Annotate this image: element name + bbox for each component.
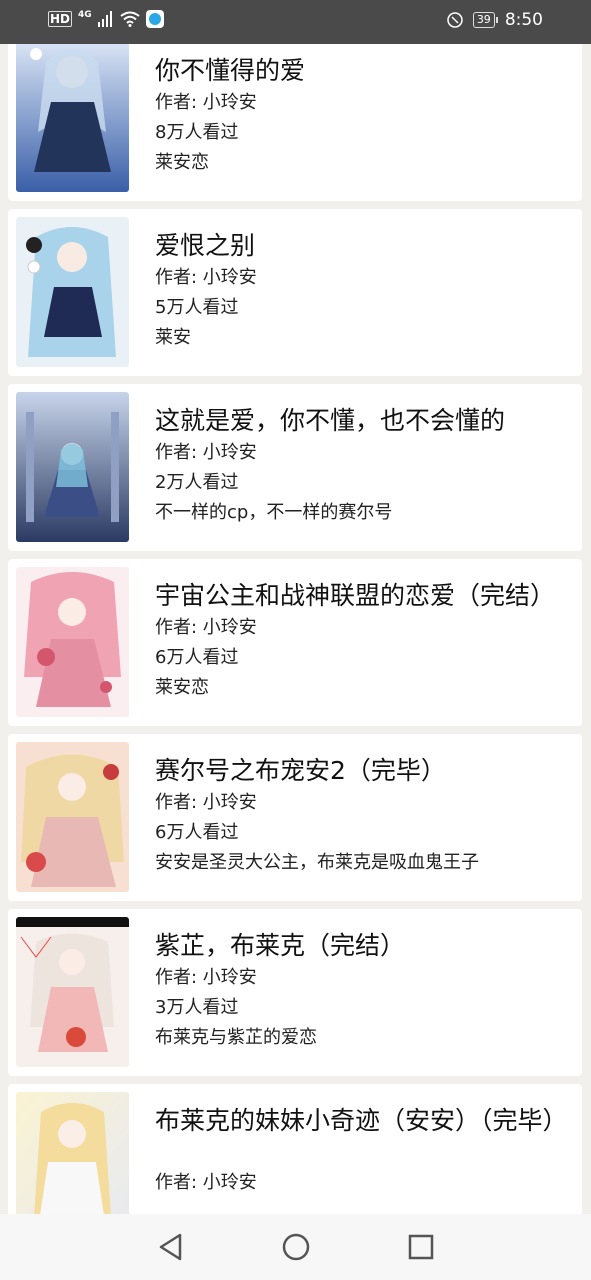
book-tag: 布莱克与紫芷的爱恋 bbox=[155, 1027, 317, 1048]
book-card[interactable]: 宇宙公主和战神联盟的恋爱（完结） 作者: 小玲安 6万人看过 莱安恋 bbox=[8, 559, 582, 726]
book-card[interactable]: 你不懂得的爱 作者: 小玲安 8万人看过 莱安恋 bbox=[8, 34, 582, 201]
book-tag: 安安是圣灵大公主，布莱克是吸血鬼王子 bbox=[155, 852, 479, 873]
back-button[interactable] bbox=[108, 1222, 233, 1272]
book-author: 作者: 小玲安 bbox=[155, 1172, 257, 1193]
wifi-icon bbox=[120, 11, 140, 27]
recents-button[interactable] bbox=[358, 1222, 483, 1272]
book-views: 2万人看过 bbox=[155, 472, 239, 493]
book-author: 作者: 小玲安 bbox=[155, 92, 257, 113]
book-author: 作者: 小玲安 bbox=[155, 967, 257, 988]
book-card[interactable]: 紫芷，布莱克（完结） 作者: 小玲安 3万人看过 布莱克与紫芷的爱恋 bbox=[8, 909, 582, 1076]
book-card[interactable]: 赛尔号之布宠安2（完毕） 作者: 小玲安 6万人看过 安安是圣灵大公主，布莱克是… bbox=[8, 734, 582, 901]
book-tag: 不一样的cp，不一样的赛尔号 bbox=[155, 502, 393, 523]
vibrate-icon bbox=[447, 12, 463, 28]
book-title[interactable]: 你不懂得的爱 bbox=[155, 54, 582, 88]
anime-girl-cover-icon bbox=[16, 392, 129, 542]
home-circle-icon bbox=[282, 1233, 309, 1261]
book-info: 这就是爱，你不懂，也不会懂的 作者: 小玲安 2万人看过 不一样的cp，不一样的… bbox=[155, 404, 582, 528]
book-card[interactable]: 这就是爱，你不懂，也不会懂的 作者: 小玲安 2万人看过 不一样的cp，不一样的… bbox=[8, 384, 582, 551]
signal-icon bbox=[97, 11, 112, 27]
book-title[interactable]: 这就是爱，你不懂，也不会懂的 bbox=[155, 404, 582, 438]
app-notification-icon bbox=[145, 10, 164, 28]
book-title[interactable]: 爱恨之别 bbox=[155, 229, 582, 263]
anime-girl-cover-icon bbox=[16, 917, 129, 1067]
book-views: 8万人看过 bbox=[155, 122, 239, 143]
book-info: 爱恨之别 作者: 小玲安 5万人看过 莱安 bbox=[155, 229, 582, 353]
book-title[interactable]: 布莱克的妹妹小奇迹（安安）（完毕） bbox=[155, 1104, 582, 1138]
book-tag: 莱安恋 bbox=[155, 677, 209, 698]
anime-girl-cover-icon bbox=[16, 742, 129, 892]
book-author: 作者: 小玲安 bbox=[155, 442, 257, 463]
battery-icon: 39 bbox=[472, 12, 498, 28]
book-title[interactable]: 赛尔号之布宠安2（完毕） bbox=[155, 754, 582, 788]
book-info: 宇宙公主和战神联盟的恋爱（完结） 作者: 小玲安 6万人看过 莱安恋 bbox=[155, 579, 582, 703]
book-title[interactable]: 宇宙公主和战神联盟的恋爱（完结） bbox=[155, 579, 582, 613]
back-triangle-icon bbox=[159, 1233, 181, 1261]
clock: 8:50 bbox=[504, 10, 543, 30]
hd-badge: HD bbox=[48, 11, 73, 27]
book-info: 赛尔号之布宠安2（完毕） 作者: 小玲安 6万人看过 安安是圣灵大公主，布莱克是… bbox=[155, 754, 582, 878]
anime-girl-cover-icon bbox=[16, 567, 129, 717]
status-bar: HD 4G 39 8:50 bbox=[0, 0, 591, 44]
book-info: 你不懂得的爱 作者: 小玲安 8万人看过 莱安恋 bbox=[155, 54, 582, 178]
recents-square-icon bbox=[408, 1234, 433, 1260]
book-author: 作者: 小玲安 bbox=[155, 617, 257, 638]
book-info: 紫芷，布莱克（完结） 作者: 小玲安 3万人看过 布莱克与紫芷的爱恋 bbox=[155, 929, 582, 1053]
anime-girl-cover-icon bbox=[16, 42, 129, 192]
book-spacer bbox=[155, 1138, 582, 1168]
book-views: 3万人看过 bbox=[155, 997, 239, 1018]
status-right: 39 8:50 bbox=[447, 10, 543, 30]
book-author: 作者: 小玲安 bbox=[155, 267, 257, 288]
home-button[interactable] bbox=[233, 1222, 358, 1272]
book-card[interactable]: 爱恨之别 作者: 小玲安 5万人看过 莱安 bbox=[8, 209, 582, 376]
book-info: 布莱克的妹妹小奇迹（安安）（完毕） 作者: 小玲安 bbox=[155, 1104, 582, 1228]
book-views: 6万人看过 bbox=[155, 822, 239, 843]
status-left: HD 4G bbox=[48, 10, 164, 28]
book-tag: 莱安恋 bbox=[155, 152, 209, 173]
book-title[interactable]: 紫芷，布莱克（完结） bbox=[155, 929, 582, 963]
book-list: 你不懂得的爱 作者: 小玲安 8万人看过 莱安恋 爱恨之别 作者: 小玲安 5万… bbox=[8, 34, 582, 1259]
book-author: 作者: 小玲安 bbox=[155, 792, 257, 813]
book-tag: 莱安 bbox=[155, 327, 191, 348]
network-type: 4G bbox=[78, 10, 92, 20]
book-views: 6万人看过 bbox=[155, 647, 239, 668]
book-views: 5万人看过 bbox=[155, 297, 239, 318]
anime-girl-cover-icon bbox=[16, 217, 129, 367]
system-nav-bar bbox=[0, 1214, 591, 1280]
